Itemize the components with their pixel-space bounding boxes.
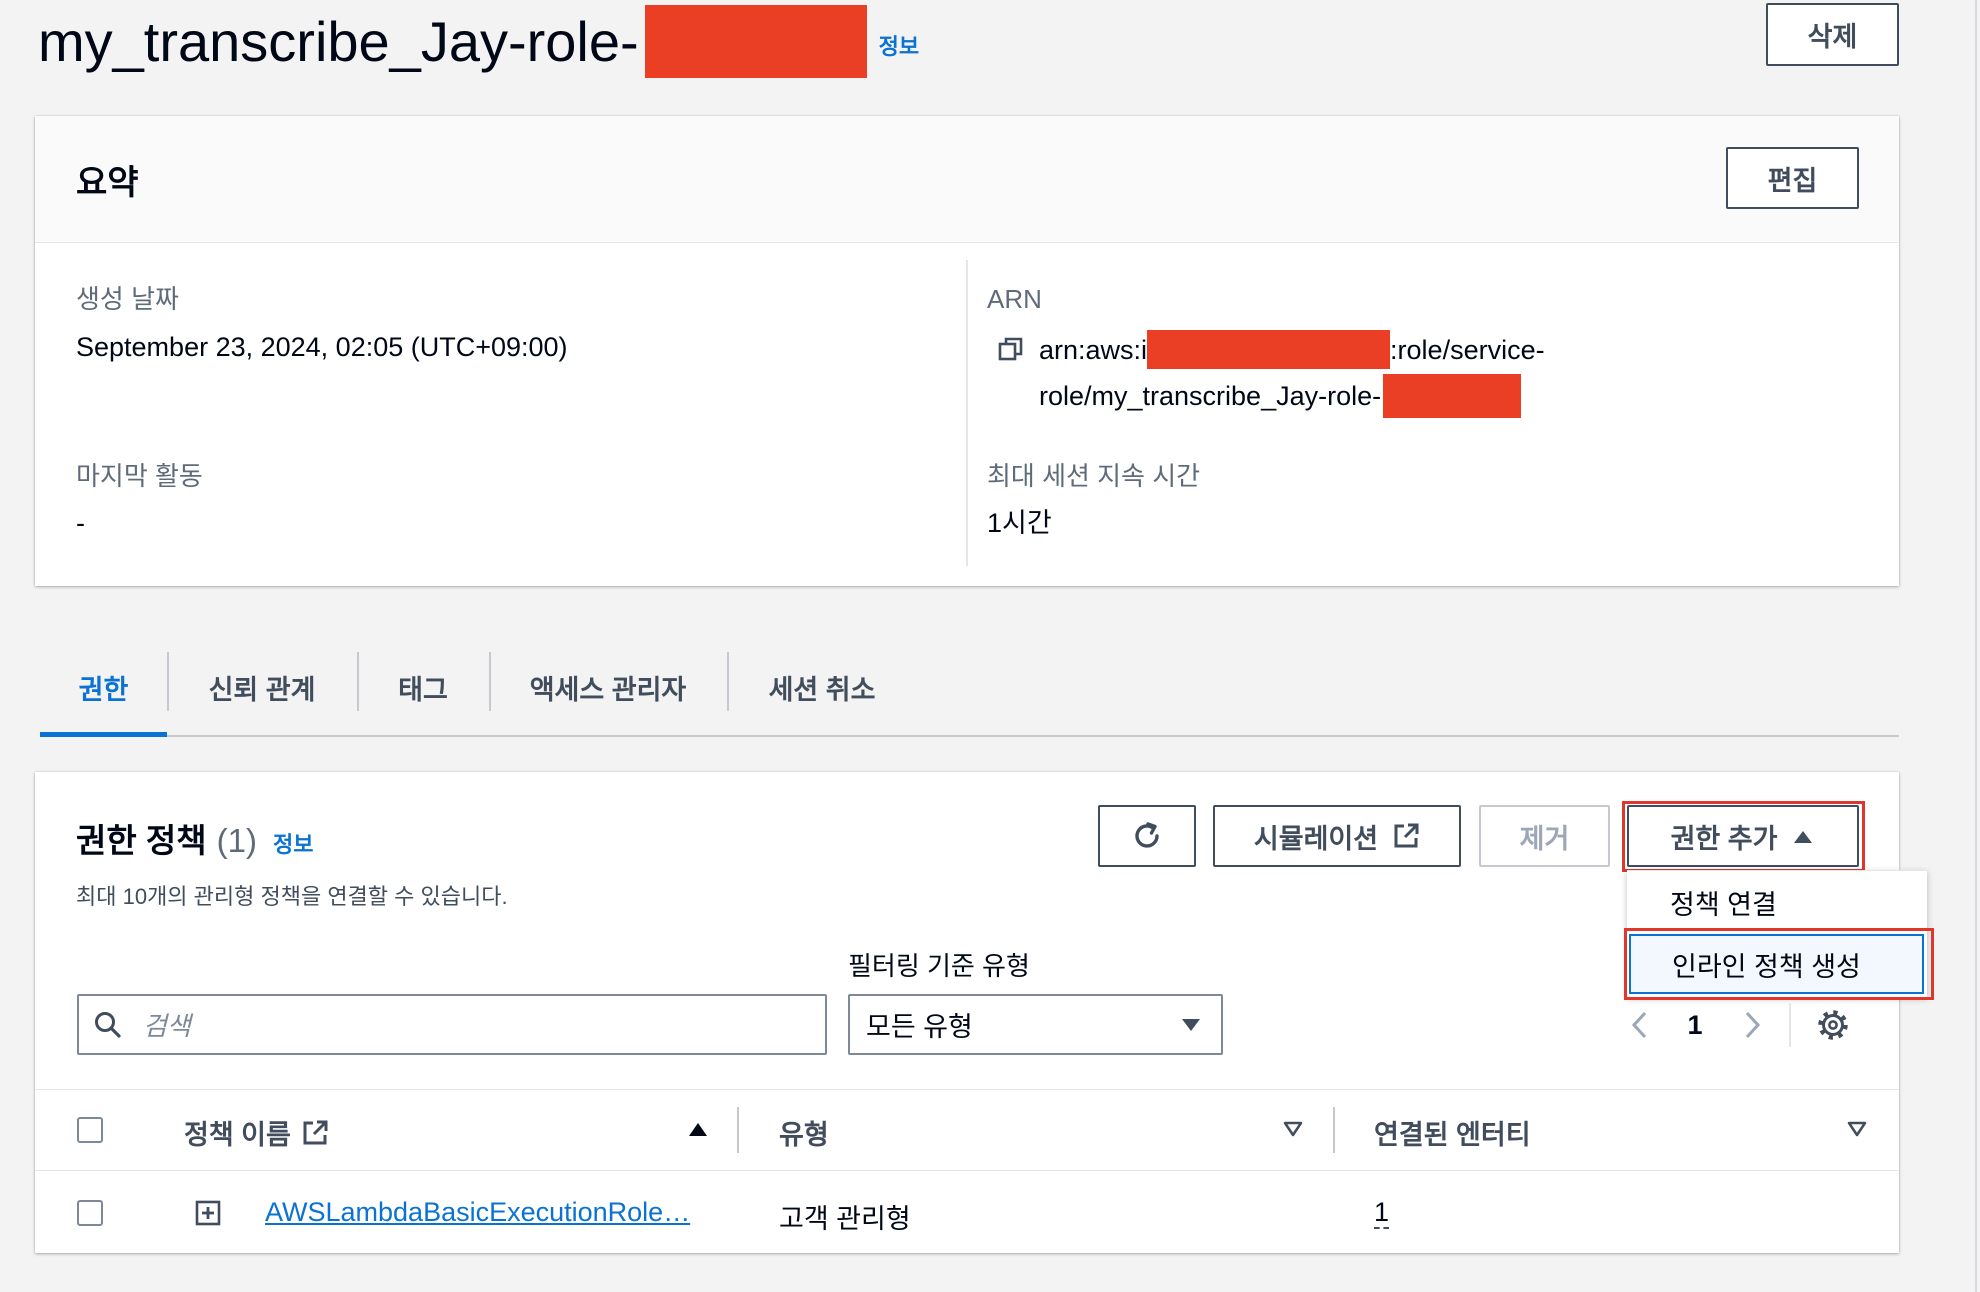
policy-type: 고객 관리형 — [779, 1204, 911, 1234]
add-permissions-label: 권한 추가 — [1670, 823, 1778, 854]
page-header: my_transcribe_Jay-role- 정보 — [38, 2, 919, 80]
redaction-box — [644, 4, 867, 78]
tab-label: 액세스 관리자 — [529, 675, 687, 705]
copy-icon[interactable] — [997, 335, 1025, 363]
arn-suffix: :role/service- — [1390, 334, 1545, 365]
refresh-button[interactable] — [1098, 805, 1196, 867]
pagination-divider — [1789, 1003, 1791, 1047]
summary-heading: 요약 — [76, 164, 139, 202]
page-number[interactable]: 1 — [1683, 1010, 1707, 1041]
gear-icon[interactable] — [1816, 1008, 1850, 1047]
policy-name-link[interactable]: AWSLambdaBasicExecutionRole… — [265, 1197, 690, 1228]
filter-type-label: 필터링 기준 유형 — [848, 951, 1030, 981]
column-header-policy-name[interactable]: 정책 이름 — [184, 1113, 329, 1152]
arn-prefix: arn:aws:i — [1039, 334, 1148, 365]
tab-permissions[interactable]: 권한 — [40, 640, 167, 737]
menu-item-create-inline-policy[interactable]: 인라인 정책 생성 — [1629, 934, 1924, 994]
tab-label: 태그 — [398, 675, 448, 705]
created-date-label: 생성 날짜 — [76, 284, 179, 314]
add-permissions-button[interactable]: 권한 추가 — [1627, 805, 1859, 867]
column-header-attached-entities[interactable]: 연결된 엔터티 — [1374, 1113, 1531, 1152]
tab-access-advisor[interactable]: 액세스 관리자 — [489, 640, 727, 735]
redaction-box — [1147, 330, 1391, 369]
tab-bar: 권한 신뢰 관계 태그 액세스 관리자 세션 취소 — [40, 640, 1899, 737]
external-link-icon — [303, 1120, 328, 1144]
type-filter-select[interactable]: 모든 유형 — [848, 994, 1223, 1055]
max-session-label: 최대 세션 지속 시간 — [987, 461, 1201, 491]
caret-down-icon — [1182, 1018, 1200, 1031]
permissions-description: 최대 10개의 관리형 정책을 연결할 수 있습니다. — [76, 884, 508, 909]
caret-up-icon — [1794, 831, 1813, 843]
info-link[interactable]: 정보 — [273, 827, 313, 859]
last-activity-value: - — [76, 508, 85, 538]
created-date-value: September 23, 2024, 02:05 (UTC+09:00) — [76, 332, 568, 362]
summary-divider — [966, 260, 968, 566]
attached-entities-count[interactable]: 1 — [1374, 1197, 1390, 1229]
type-filter-value: 모든 유형 — [866, 1012, 973, 1042]
permissions-heading: 권한 정책 (1) 정보 — [76, 814, 313, 862]
sort-icon[interactable] — [1846, 1120, 1868, 1143]
delete-button[interactable]: 삭제 — [1766, 3, 1899, 66]
permissions-count: (1) — [216, 822, 257, 859]
column-header-type[interactable]: 유형 — [779, 1113, 829, 1152]
column-label: 정책 이름 — [184, 1120, 291, 1150]
search-input[interactable]: 검색 — [77, 994, 827, 1055]
last-activity-label: 마지막 활동 — [76, 461, 203, 491]
arn-role-path: role/my_transcribe_Jay-role- — [1039, 381, 1382, 411]
select-all-checkbox[interactable] — [77, 1117, 103, 1143]
search-placeholder: 검색 — [143, 1011, 191, 1041]
refresh-icon — [1135, 822, 1159, 848]
simulate-label: 시뮬레이션 — [1253, 823, 1379, 854]
tab-label: 세션 취소 — [768, 675, 876, 705]
page-title: my_transcribe_Jay-role- — [38, 9, 639, 73]
tab-trust-relationships[interactable]: 신뢰 관계 — [167, 640, 357, 735]
permissions-title: 권한 정책 — [76, 822, 207, 859]
tab-tags[interactable]: 태그 — [357, 640, 489, 735]
tab-revoke-sessions[interactable]: 세션 취소 — [727, 640, 917, 735]
summary-header — [35, 116, 1899, 243]
tab-label: 신뢰 관계 — [208, 675, 316, 705]
chevron-left-icon[interactable] — [1627, 1010, 1655, 1045]
row-checkbox[interactable] — [77, 1200, 103, 1226]
sort-icon[interactable] — [1282, 1120, 1304, 1143]
column-divider — [1333, 1107, 1335, 1153]
simulate-button[interactable]: 시뮬레이션 — [1213, 805, 1461, 867]
scrollbar-edge — [1975, 0, 1977, 1292]
max-session-value: 1시간 — [987, 508, 1052, 538]
expand-icon[interactable] — [195, 1200, 221, 1231]
remove-button[interactable]: 제거 — [1479, 805, 1610, 867]
sort-ascending-icon[interactable] — [687, 1120, 709, 1143]
arn-line-1: arn:aws:i :role/service- — [1039, 330, 1545, 369]
summary-card: 요약 편집 생성 날짜 September 23, 2024, 02:05 (U… — [35, 116, 1899, 586]
redaction-box — [1383, 374, 1522, 418]
search-icon — [95, 1011, 121, 1038]
column-divider — [737, 1107, 739, 1153]
arn-line-2: role/my_transcribe_Jay-role- — [1039, 374, 1522, 418]
arn-label: ARN — [987, 284, 1042, 314]
menu-item-attach-policy[interactable]: 정책 연결 — [1627, 871, 1927, 933]
external-link-icon — [1394, 823, 1419, 848]
edit-button[interactable]: 편집 — [1726, 147, 1859, 209]
permissions-card: 권한 정책 (1) 정보 최대 10개의 관리형 정책을 연결할 수 있습니다.… — [35, 772, 1934, 1253]
add-permissions-menu: 정책 연결 인라인 정책 생성 — [1627, 870, 1927, 997]
info-link[interactable]: 정보 — [879, 29, 919, 61]
chevron-right-icon[interactable] — [1737, 1010, 1765, 1045]
